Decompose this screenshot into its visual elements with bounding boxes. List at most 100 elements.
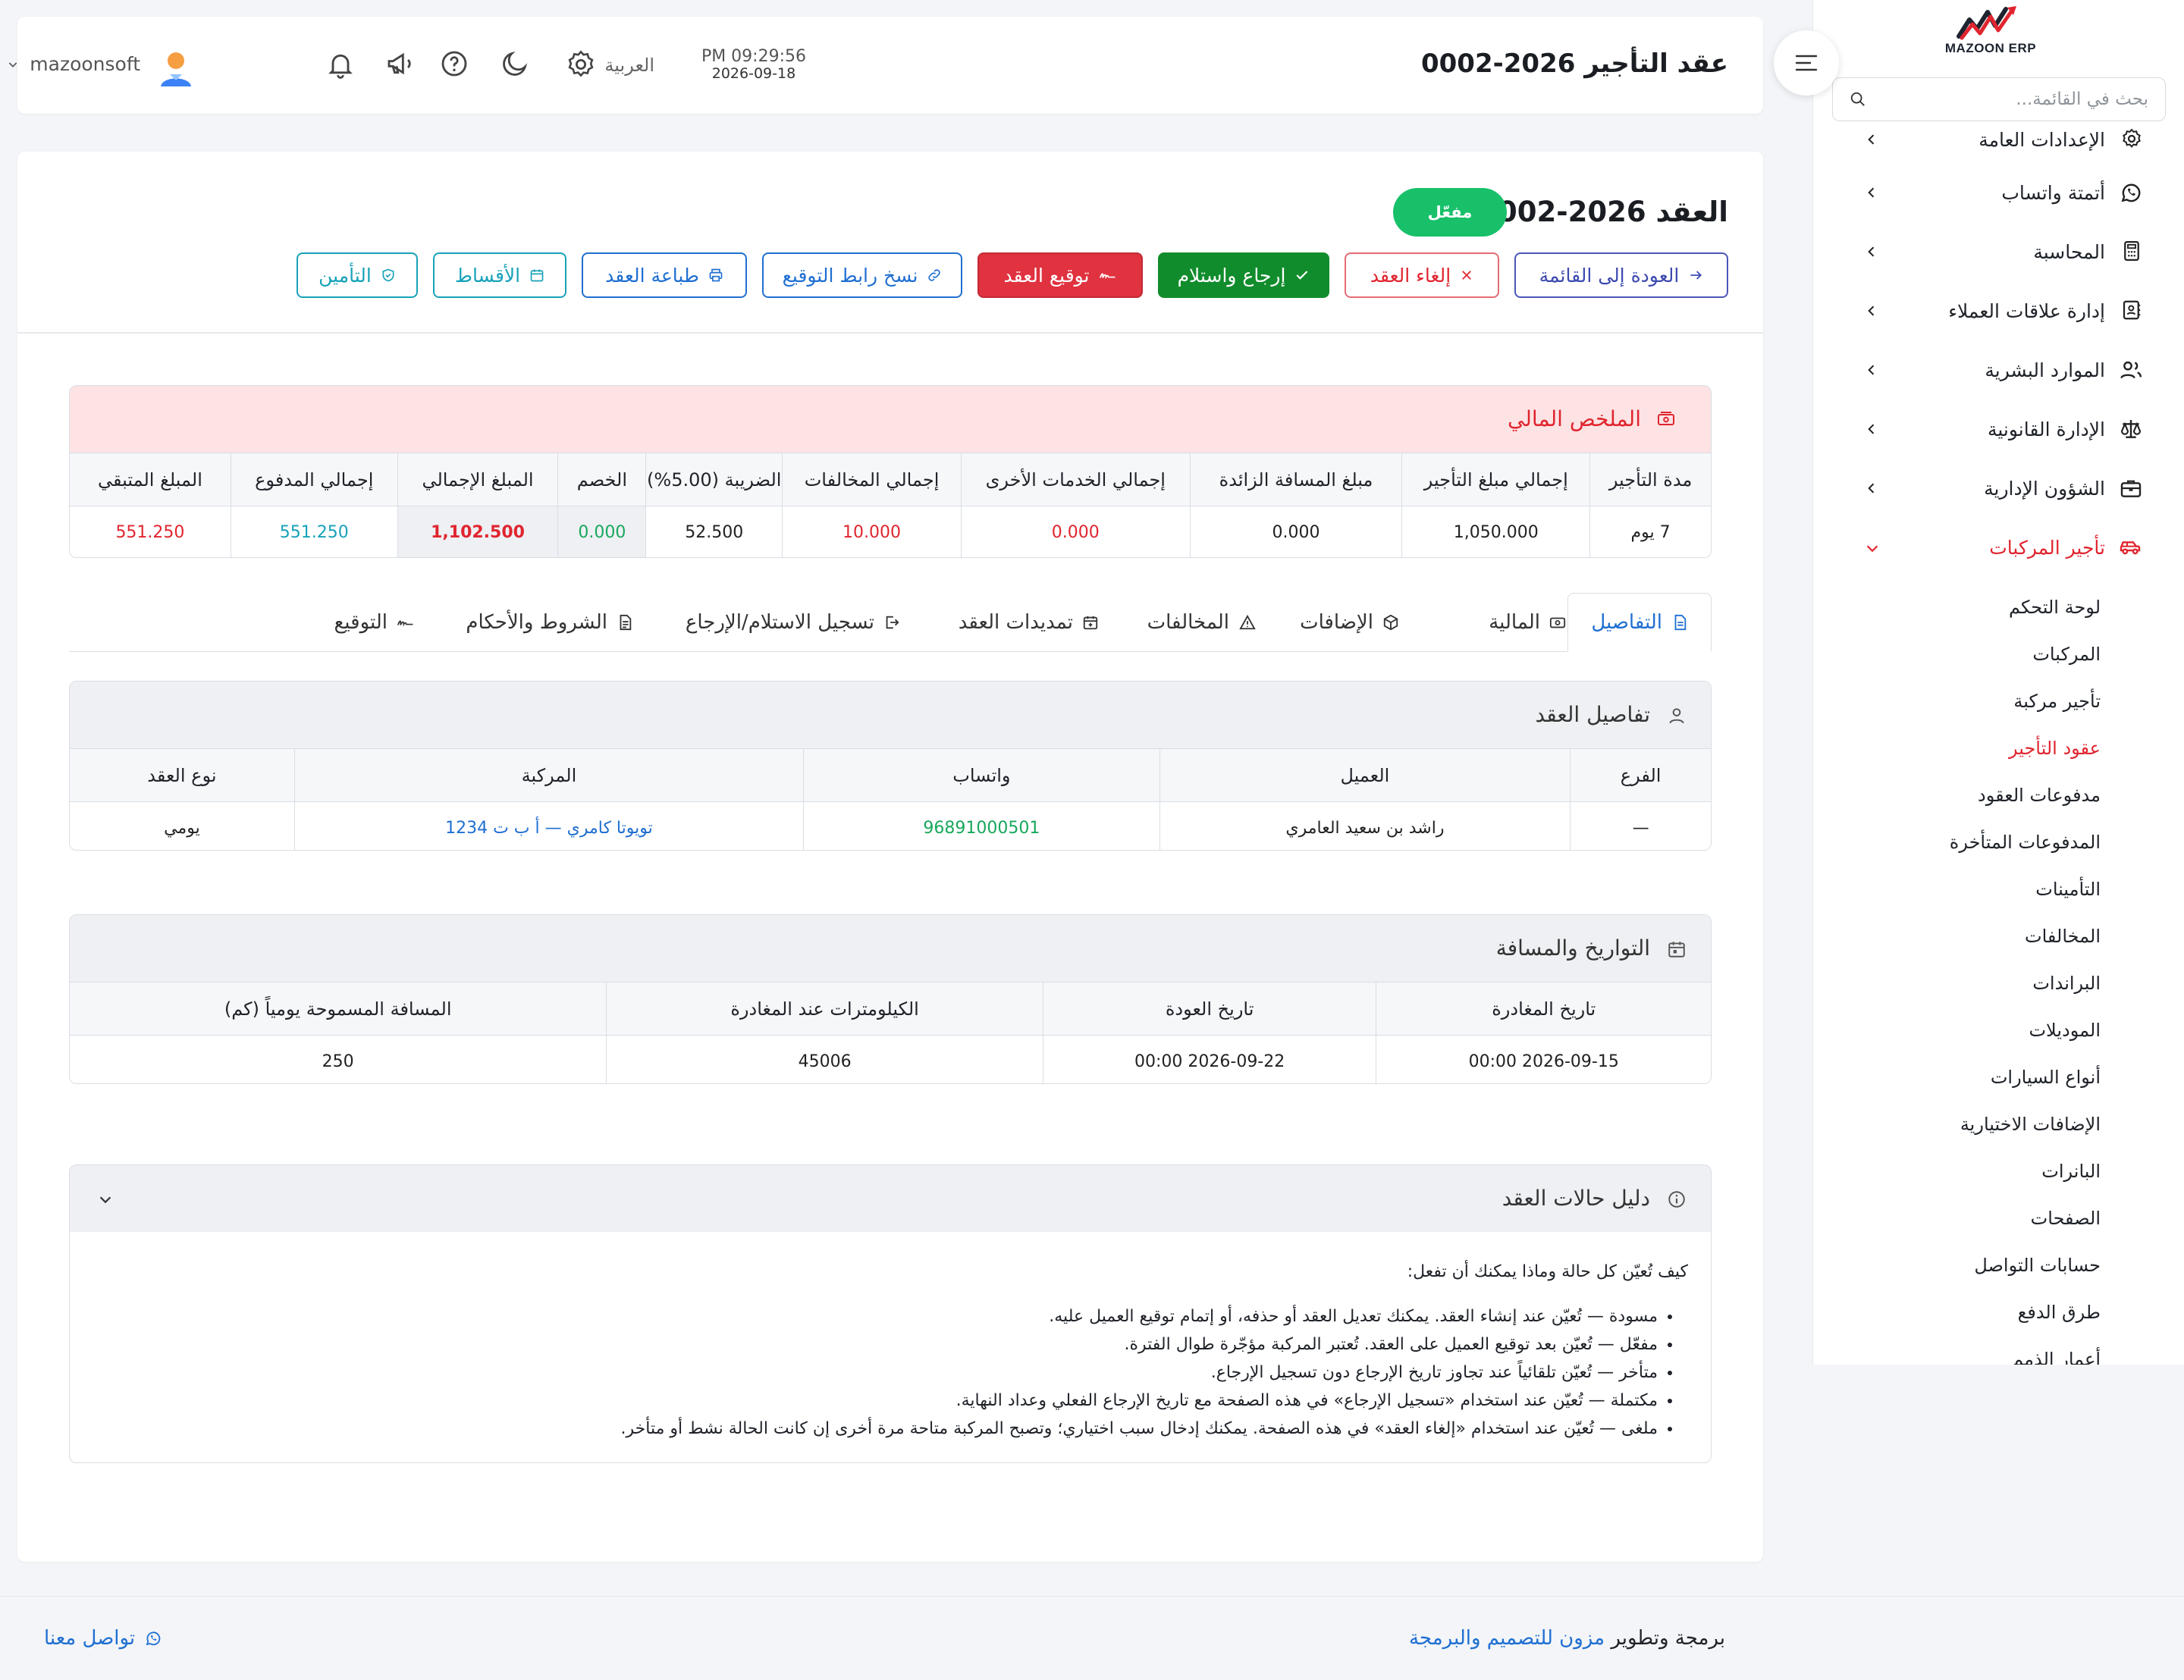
tab-terms[interactable]: الشروط والأحكام [466, 593, 633, 652]
contacts-icon [2123, 300, 2141, 320]
dark-mode-moon-icon[interactable] [500, 49, 530, 79]
sidebar-item-label: الشؤون الإدارية [1984, 478, 2105, 500]
table-header-cell: مبلغ المسافة الزائدة [1189, 453, 1402, 506]
sidebar-subitem[interactable]: أعمار الذمم [1813, 1336, 2184, 1365]
sidebar-search[interactable] [1832, 77, 2166, 121]
table-cell[interactable]: 96891000501 [803, 801, 1159, 850]
tab-label: التوقيع [334, 611, 388, 634]
cancel-contract-button[interactable]: إلغاء العقد [1345, 252, 1499, 298]
sidebar-subitem[interactable]: المدفوعات المتأخرة [1813, 819, 2184, 866]
tab-addons[interactable]: الإضافات [1300, 593, 1399, 652]
sidebar-subitem[interactable]: عقود التأجير [1813, 725, 2184, 772]
language-switcher[interactable]: العربية [604, 55, 654, 76]
sidebar-item-label: الموارد البشرية [1985, 359, 2105, 381]
sidebar-subitem[interactable]: الموديلات [1813, 1007, 2184, 1054]
briefcase-icon [2120, 480, 2142, 497]
tab-checkin-return[interactable]: تسجيل الاستلام/الإرجاع [686, 593, 900, 652]
whatsapp-icon [146, 1631, 161, 1646]
announcement-megaphone-icon[interactable] [384, 49, 416, 79]
table-header-cell: مدة التأجير [1589, 453, 1711, 506]
tab-financial[interactable]: المالية [1489, 593, 1566, 652]
help-icon[interactable] [439, 49, 469, 79]
table-cell: 0.000 [557, 506, 646, 557]
sidebar-subitem[interactable]: أنواع السيارات [1813, 1054, 2184, 1101]
status-guide-body: كيف تُعيّن كل حالة وماذا يمكنك أن تفعل: … [70, 1232, 1711, 1443]
sidebar-subitem[interactable]: حسابات التواصل [1813, 1242, 2184, 1289]
sidebar-item-legal[interactable]: الإدارة القانونية [1813, 400, 2184, 459]
tab-violations[interactable]: المخالفات [1147, 593, 1257, 652]
copy-sign-link-button[interactable]: نسخ رابط التوقيع [762, 252, 962, 298]
status-guide-section: دليل حالات العقد كيف تُعيّن كل حالة وماذ… [69, 1164, 1712, 1463]
sidebar-item-hr[interactable]: الموارد البشرية [1813, 341, 2184, 400]
contact-us-link[interactable]: تواصل معنا [44, 1627, 162, 1650]
footer-company-link[interactable]: مزون للتصميم والبرمجة [1409, 1627, 1605, 1650]
menu-toggle-icon [1795, 55, 1818, 71]
table-header-cell: الخصم [557, 453, 646, 506]
sidebar-subitem[interactable]: الإضافات الاختيارية [1813, 1101, 2184, 1148]
notification-bell-icon[interactable] [325, 49, 356, 80]
footer-prefix: برمجة وتطوير [1611, 1627, 1725, 1650]
sidebar-search-input[interactable] [1875, 89, 2148, 109]
status-guide-header[interactable]: دليل حالات العقد [70, 1165, 1711, 1232]
printer-icon [709, 268, 723, 282]
sidebar-subitem[interactable]: البانرات [1813, 1148, 2184, 1195]
sidebar-item-label: الإعدادات العامة [1978, 129, 2105, 151]
tab-details[interactable]: التفاصيل [1567, 593, 1712, 652]
table-cell: 10.000 [782, 506, 961, 557]
sidebar-item-general-settings[interactable]: الإعدادات العامة [1813, 121, 2184, 164]
sidebar-subitem[interactable]: طرق الدفع [1813, 1289, 2184, 1336]
sidebar-subitem[interactable]: مدفوعات العقود [1813, 772, 2184, 819]
sidebar-subitem[interactable]: التأمينات [1813, 866, 2184, 913]
calendar-money-icon [530, 269, 544, 282]
contract-details-header-row: الفرع العميل واتساب المركبة نوع العقد [70, 748, 1711, 801]
sidebar-toggle-button[interactable] [1774, 30, 1839, 96]
status-guide-intro: كيف تُعيّن كل حالة وماذا يمكنك أن تفعل: [1407, 1262, 1688, 1281]
user-menu[interactable]: mazoonsoft [7, 53, 140, 75]
avatar[interactable] [155, 47, 197, 89]
table-header-cell: المبلغ الإجمالي [397, 453, 558, 506]
back-to-list-button[interactable]: العودة إلى القائمة [1514, 252, 1728, 298]
table-cell: — [1570, 801, 1711, 850]
file-text-icon [620, 614, 632, 631]
calendar-icon [1668, 942, 1685, 958]
status-guide-title: دليل حالات العقد [1502, 1186, 1650, 1211]
sidebar-subitem[interactable]: لوحة التحكم [1813, 584, 2184, 631]
list-item: متأخر — تُعيّن تلقائياً عند تجاوز تاريخ … [70, 1359, 1658, 1387]
sidebar-item-accounting[interactable]: المحاسبة [1813, 223, 2184, 282]
sidebar-subitem[interactable]: المركبات [1813, 631, 2184, 678]
sidebar-subitem[interactable]: الصفحات [1813, 1195, 2184, 1242]
page-title: عقد التأجير 2026-0002 [1420, 49, 1728, 79]
sign-contract-button[interactable]: توقيع العقد [977, 252, 1143, 298]
insurance-button[interactable]: التأمين [297, 252, 418, 298]
money-bill-icon [1549, 617, 1566, 628]
print-contract-button[interactable]: طباعة العقد [582, 252, 747, 298]
sidebar-item-whatsapp-automation[interactable]: أتمتة واتساب [1813, 164, 2184, 223]
tab-signature[interactable]: التوقيع [334, 593, 415, 652]
table-header-cell: الفرع [1570, 748, 1711, 801]
sidebar-item-crm[interactable]: إدارة علاقات العملاء [1813, 282, 2184, 341]
chevron-down-icon [9, 61, 17, 67]
contract-details-title: تفاصيل العقد [1535, 702, 1651, 727]
chevron-down-icon[interactable] [97, 1191, 114, 1208]
box-icon [1383, 614, 1398, 631]
scale-icon [2120, 420, 2142, 438]
table-cell[interactable]: تويوتا كامري — أ ب ت 1234 [293, 801, 804, 850]
app-logo[interactable]: MAZOON ERP [1938, 3, 2044, 62]
installments-button[interactable]: الأقساط [433, 252, 566, 298]
sidebar-subitem[interactable]: البراندات [1813, 960, 2184, 1007]
list-item: مكتملة — تُعيّن عند استخدام «تسجيل الإرج… [70, 1387, 1658, 1415]
table-cell: 7 يوم [1589, 506, 1711, 557]
settings-gear-icon[interactable] [565, 49, 597, 80]
calculator-icon [2124, 241, 2139, 261]
sidebar-subitem[interactable]: المخالفات [1813, 913, 2184, 960]
table-header-cell: إجمالي المخالفات [782, 453, 961, 506]
sidebar-subitem[interactable]: تأجير مركبة [1813, 678, 2184, 725]
tab-extensions[interactable]: تمديدات العقد [959, 593, 1099, 652]
shield-icon [382, 268, 394, 282]
return-receive-label: إرجاع واستلام [1177, 264, 1286, 287]
sidebar-item-vehicle-rental[interactable]: تأجير المركبات [1813, 519, 2184, 578]
sidebar-item-administration[interactable]: الشؤون الإدارية [1813, 459, 2184, 519]
return-receive-button[interactable]: إرجاع واستلام [1158, 252, 1329, 298]
sidebar-item-label: المحاسبة [2033, 241, 2105, 263]
sidebar: MAZOON ERP الإعدادات العامة أتمتة واتساب… [1812, 0, 2184, 1365]
